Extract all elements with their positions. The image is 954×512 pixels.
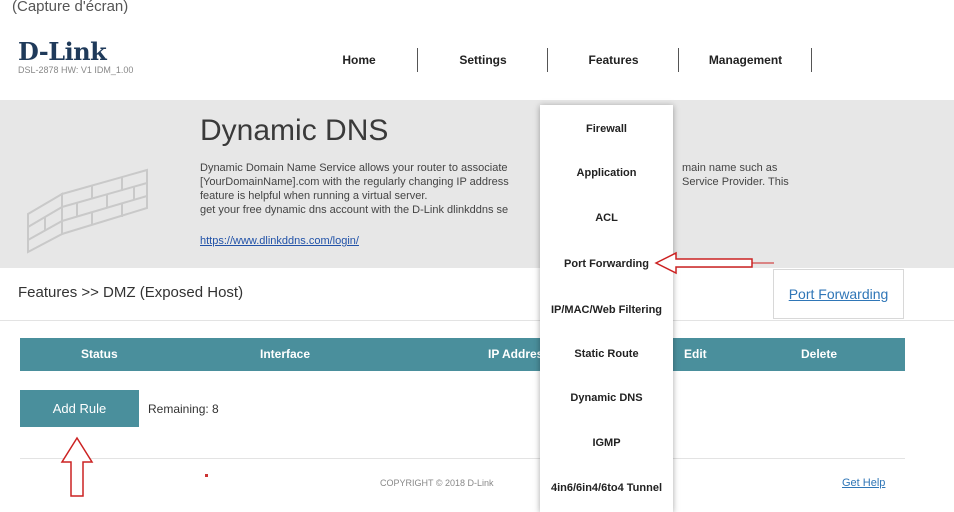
brick-wall-icon [22, 164, 152, 259]
breadcrumb: Features >> DMZ (Exposed Host) [18, 284, 244, 301]
features-dropdown-menu: Firewall Application ACL Port Forwarding… [540, 105, 673, 512]
description-line: main name such as [682, 162, 778, 174]
add-rule-button[interactable]: Add Rule [20, 390, 139, 427]
dlinkddns-link[interactable]: https://www.dlinkddns.com/login/ [200, 235, 359, 247]
up-arrow-annotation-icon [60, 436, 94, 503]
description-line: Service Provider. This [682, 176, 789, 188]
menu-item-ip-mac-web-filtering[interactable]: IP/MAC/Web Filtering [540, 288, 673, 332]
menu-item-application[interactable]: Application [540, 151, 673, 195]
logo-brand: D-Link [18, 37, 107, 66]
menu-item-tunnel[interactable]: 4in6/6in4/6to4 Tunnel [540, 466, 673, 510]
menu-item-acl[interactable]: ACL [540, 196, 673, 240]
main-nav: Home Settings Features Management [300, 46, 812, 74]
nav-home[interactable]: Home [300, 46, 418, 74]
nav-management[interactable]: Management [679, 46, 812, 74]
left-arrow-annotation-icon [654, 251, 778, 280]
menu-item-igmp[interactable]: IGMP [540, 421, 673, 465]
page-title: Dynamic DNS [200, 114, 389, 147]
column-status: Status [81, 347, 118, 361]
menu-item-firewall[interactable]: Firewall [540, 107, 673, 151]
description-line: get your free dynamic dns account with t… [200, 204, 509, 216]
menu-item-dynamic-dns[interactable]: Dynamic DNS [540, 376, 673, 420]
dlink-logo[interactable]: D-Link DSL-2878 HW: V1 IDM_1.00 [18, 37, 134, 76]
port-forwarding-link[interactable]: Port Forwarding [773, 269, 904, 319]
footer-divider [20, 458, 905, 459]
red-mark [205, 474, 208, 477]
column-ip-address: IP Addres [488, 347, 544, 361]
nav-settings[interactable]: Settings [418, 46, 548, 74]
hero-description-right: main name such as Service Provider. This [682, 161, 789, 189]
remaining-count: Remaining: 8 [148, 402, 219, 416]
nav-features[interactable]: Features [548, 46, 679, 74]
menu-item-static-route[interactable]: Static Route [540, 332, 673, 376]
screenshot-caption: (Capture d'écran) [12, 0, 129, 15]
get-help-link[interactable]: Get Help [842, 477, 885, 489]
column-delete: Delete [801, 347, 838, 361]
model-info: DSL-2878 HW: V1 IDM_1.00 [18, 65, 134, 75]
column-edit: Edit [684, 347, 707, 361]
header: (Capture d'écran) D-Link DSL-2878 HW: V1… [0, 0, 954, 100]
description-line: feature is helpful when running a virtua… [200, 190, 428, 202]
copyright-text: COPYRIGHT © 2018 D-Link [380, 478, 494, 488]
hero-banner: Dynamic DNS Dynamic Domain Name Service … [0, 100, 954, 268]
column-interface: Interface [260, 347, 311, 361]
rules-table-header: Status Interface IP Addres Edit Delete [20, 338, 905, 371]
